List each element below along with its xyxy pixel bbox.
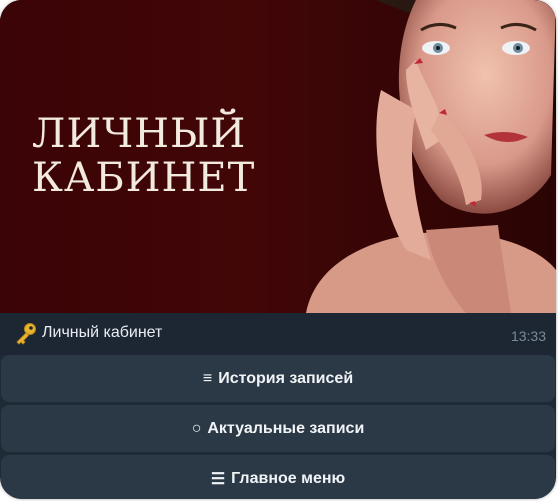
list-icon: ≡ bbox=[202, 369, 213, 387]
menu-icon: ☰ bbox=[210, 470, 226, 488]
banner-title-line1: ЛИЧНЫЙ bbox=[32, 111, 247, 157]
history-button[interactable]: ≡ История записей bbox=[1, 355, 555, 402]
key-icon bbox=[16, 323, 36, 345]
message-text: Личный кабинет bbox=[42, 324, 163, 341]
main-menu-button[interactable]: ☰ Главное меню bbox=[1, 455, 555, 499]
banner-title: ЛИЧНЫЙ КАБИНЕТ bbox=[32, 112, 255, 200]
message-row: Личный кабинет 13:33 bbox=[0, 313, 556, 355]
chat-message-card: ЛИЧНЫЙ КАБИНЕТ Личный кабинет 13:33 ≡ Ис… bbox=[0, 0, 556, 499]
circle-icon: ○ bbox=[191, 419, 202, 437]
history-button-label: История записей bbox=[218, 369, 354, 387]
main-menu-button-label: Главное меню bbox=[231, 469, 346, 487]
banner-title-line2: КАБИНЕТ bbox=[32, 155, 256, 201]
woman-portrait-image bbox=[306, 0, 556, 313]
current-records-button[interactable]: ○ Актуальные записи bbox=[1, 405, 555, 452]
current-records-button-label: Актуальные записи bbox=[207, 419, 365, 437]
banner-image: ЛИЧНЫЙ КАБИНЕТ bbox=[0, 0, 556, 313]
message-time: 13:33 bbox=[510, 328, 546, 344]
